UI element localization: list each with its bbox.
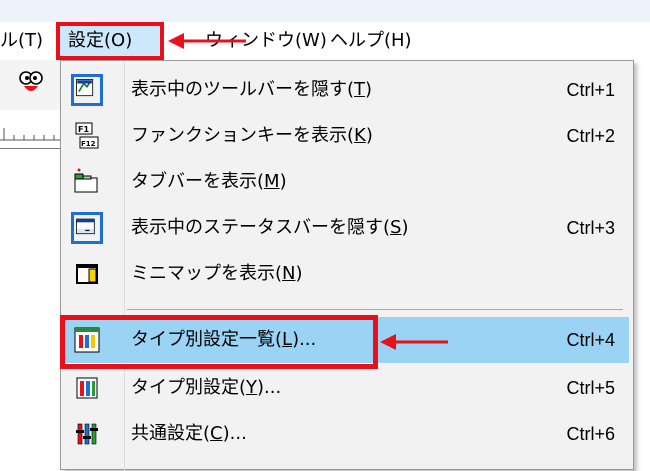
svg-text:F12: F12 bbox=[81, 140, 96, 148]
toolbar-icon bbox=[71, 74, 103, 106]
menu-item-label: 共通設定(C)... bbox=[131, 411, 247, 457]
function-key-icon: F1 F12 bbox=[75, 122, 99, 149]
menu-item-show-minimap[interactable]: ミニマップを表示(N) bbox=[65, 251, 629, 297]
accelerator-key: M bbox=[264, 171, 280, 192]
label-text: ミニマップを表示( bbox=[131, 263, 283, 284]
svg-text:F1: F1 bbox=[78, 125, 89, 134]
menu-bar: ル(T) 設定(O) ウィンドウ(W) ヘルプ(H) bbox=[0, 22, 650, 60]
annotation-arrow-menu bbox=[168, 33, 246, 49]
editor-area[interactable] bbox=[0, 149, 60, 460]
shortcut-text: Ctrl+2 bbox=[566, 126, 615, 146]
menu-item-label: ミニマップを表示(N) bbox=[131, 251, 303, 297]
label-suffix: )... bbox=[222, 423, 247, 444]
menu-item-label: ファンクションキーを表示(K) bbox=[131, 113, 373, 159]
accelerator-key: K bbox=[354, 125, 366, 146]
accelerator-key: N bbox=[282, 263, 296, 284]
accelerator-key: S bbox=[390, 217, 402, 238]
label-text: タブバーを表示( bbox=[131, 171, 265, 192]
menu-settings[interactable]: 設定(O) bbox=[56, 22, 164, 60]
common-settings-icon bbox=[76, 423, 98, 445]
label-suffix: )... bbox=[257, 377, 282, 398]
minimap-icon bbox=[76, 264, 98, 284]
tabbar-icon bbox=[74, 168, 98, 193]
label-text: 表示中のツールバーを隠す( bbox=[131, 79, 355, 100]
label-suffix: ) bbox=[365, 79, 373, 100]
label-suffix: ) bbox=[279, 171, 287, 192]
label-suffix: ) bbox=[295, 263, 303, 284]
label-text: 共通設定( bbox=[131, 423, 211, 444]
menu-item-hide-toolbar[interactable]: 表示中のツールバーを隠す(T) Ctrl+1 bbox=[65, 67, 629, 113]
smiley-toolbar-icon[interactable] bbox=[18, 70, 44, 96]
accelerator-key: C bbox=[210, 423, 223, 444]
label-text: ファンクションキーを表示( bbox=[131, 125, 355, 146]
menu-item-show-function-keys[interactable]: F1 F12 ファンクションキーを表示(K) Ctrl+2 bbox=[65, 113, 629, 159]
shortcut-text: Ctrl+4 bbox=[566, 330, 615, 350]
shortcut-text: Ctrl+1 bbox=[566, 80, 615, 100]
menu-item-type-settings[interactable]: タイプ別設定(Y)... Ctrl+5 bbox=[65, 365, 629, 411]
menu-item-label: 表示中のツールバーを隠す(T) bbox=[131, 67, 372, 113]
statusbar-icon bbox=[71, 212, 103, 244]
menu-help[interactable]: ヘルプ(H) bbox=[330, 22, 412, 60]
label-suffix: ) bbox=[365, 125, 373, 146]
title-bar-strip bbox=[0, 0, 650, 22]
annotation-highlight-box bbox=[60, 315, 378, 369]
ruler bbox=[0, 110, 60, 149]
annotation-arrow-item bbox=[380, 334, 448, 350]
label-suffix: ) bbox=[401, 217, 409, 238]
label-text: 表示中のステータスバーを隠す( bbox=[131, 217, 391, 238]
accelerator-key: Y bbox=[246, 377, 258, 398]
accelerator-key: T bbox=[354, 79, 366, 100]
menu-separator bbox=[127, 309, 623, 310]
shortcut-text: Ctrl+5 bbox=[566, 378, 615, 398]
shortcut-text: Ctrl+6 bbox=[566, 424, 615, 444]
menu-tool[interactable]: ル(T) bbox=[0, 22, 43, 60]
menu-item-label: タイプ別設定(Y)... bbox=[131, 365, 281, 411]
menu-item-label: タブバーを表示(M) bbox=[131, 159, 287, 205]
menu-item-hide-statusbar[interactable]: 表示中のステータスバーを隠す(S) Ctrl+3 bbox=[65, 205, 629, 251]
settings-dropdown-menu: 表示中のツールバーを隠す(T) Ctrl+1 F1 F12 ファンクションキーを… bbox=[60, 60, 634, 471]
menu-item-show-tabbar[interactable]: タブバーを表示(M) bbox=[65, 159, 629, 205]
ruler-ticks bbox=[0, 128, 60, 141]
menu-item-label: 表示中のステータスバーを隠す(S) bbox=[131, 205, 409, 251]
type-settings-icon bbox=[76, 377, 98, 399]
label-text: タイプ別設定( bbox=[131, 377, 247, 398]
menu-item-common-settings[interactable]: 共通設定(C)... Ctrl+6 bbox=[65, 411, 629, 457]
shortcut-text: Ctrl+3 bbox=[566, 218, 615, 238]
